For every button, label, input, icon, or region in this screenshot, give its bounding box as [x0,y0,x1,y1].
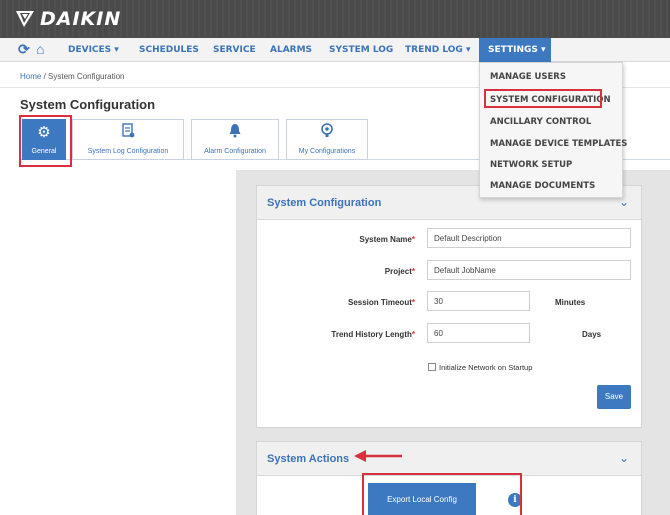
tab-system-log-configuration-label: System Log Configuration [87,148,169,155]
breadcrumb: Home / System Configuration [20,72,125,81]
daikin-logo: DAIKIN [14,8,121,30]
system-configuration-menu-highlight [484,89,602,108]
system-configuration-title: System Configuration [267,197,382,209]
nav-service[interactable]: SERVICE [213,45,256,55]
nav-system-log[interactable]: SYSTEM LOG [329,45,393,55]
trend-history-label: Trend History Length* [331,330,415,339]
general-tab-highlight [19,115,72,167]
settings-dropdown-menu: MANAGE USERS SYSTEM CONFIGURATION ANCILL… [479,62,627,198]
tab-alarm-configuration[interactable]: Alarm Configuration [191,119,279,160]
log-config-icon [73,123,183,142]
home-icon[interactable]: ⌂ [36,41,44,57]
breadcrumb-separator: / [41,72,49,81]
tab-my-configurations[interactable]: My Configurations [286,119,368,160]
bell-icon [192,123,278,142]
nav-trend-log[interactable]: TREND LOG ▾ [405,45,470,55]
nav-devices[interactable]: DEVICES ▾ [68,45,119,55]
nav-alarms[interactable]: ALARMS [270,45,312,55]
annotation-arrow-icon [354,450,402,462]
trend-history-unit: Days [582,330,602,339]
nav-settings[interactable]: SETTINGS ▾ [479,38,551,62]
system-actions-header[interactable]: System Actions ⌄ [257,442,641,476]
menu-item-network-setup[interactable]: NETWORK SETUP [490,160,572,170]
system-actions-title: System Actions [267,453,350,465]
system-configuration-panel: System Configuration ⌄ System Name* Defa… [256,185,642,428]
menu-item-manage-device-templates[interactable]: MANAGE DEVICE TEMPLATES [490,139,627,149]
main-nav: ⟳ ⌂ DEVICES ▾ SCHEDULES SERVICE ALARMS S… [0,38,670,62]
tab-system-log-configuration[interactable]: System Log Configuration [72,119,184,160]
export-button-highlight [362,473,522,515]
session-timeout-input[interactable]: 30 [427,291,530,311]
session-timeout-label: Session Timeout* [348,298,415,307]
save-button[interactable]: Save [597,385,631,409]
user-gear-icon [287,123,367,142]
daikin-app: DAIKIN ⟳ ⌂ DEVICES ▾ SCHEDULES SERVICE A… [0,0,670,515]
menu-item-manage-documents[interactable]: MANAGE DOCUMENTS [490,181,595,191]
refresh-icon[interactable]: ⟳ [18,41,30,58]
menu-item-ancillary-control[interactable]: ANCILLARY CONTROL [490,117,591,127]
nav-schedules[interactable]: SCHEDULES [139,45,199,55]
nav-settings-label: SETTINGS ▾ [488,45,546,55]
initialize-network-checkbox[interactable] [428,363,436,371]
system-name-label: System Name* [359,235,415,244]
session-timeout-unit: Minutes [555,298,586,307]
system-name-input[interactable]: Default Description [427,228,631,248]
chevron-down-icon[interactable]: ⌄ [619,451,629,465]
tab-alarm-configuration-label: Alarm Configuration [204,148,266,155]
brand-name: DAIKIN [40,8,122,30]
initialize-network-label: Initialize Network on Startup [439,363,533,372]
brand-bar: DAIKIN [0,0,670,38]
daikin-logo-icon [14,9,36,29]
breadcrumb-current: System Configuration [48,72,125,81]
menu-item-manage-users[interactable]: MANAGE USERS [490,72,566,82]
project-label: Project* [384,267,415,276]
breadcrumb-home[interactable]: Home [20,72,41,81]
trend-history-input[interactable]: 60 [427,323,530,343]
tab-my-configurations-label: My Configurations [298,148,356,155]
page-title: System Configuration [20,97,156,112]
project-input[interactable]: Default JobName [427,260,631,280]
